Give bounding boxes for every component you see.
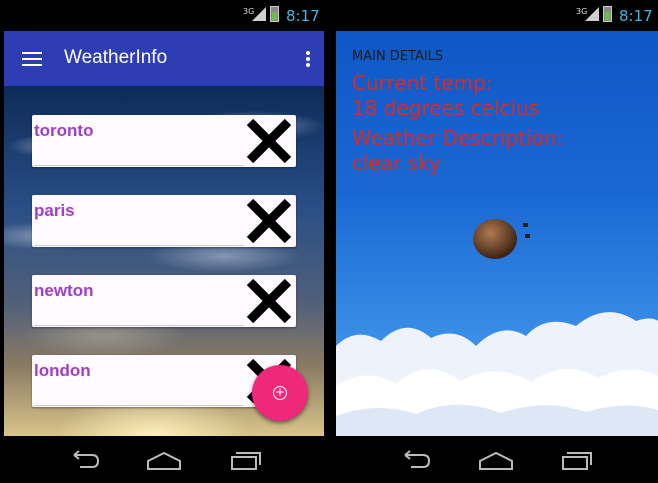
add-circle-icon: +	[273, 385, 287, 400]
battery-icon	[603, 6, 612, 22]
recent-apps-icon[interactable]	[228, 449, 264, 471]
divider	[34, 325, 244, 326]
city-name: paris	[34, 201, 75, 220]
city-name: newton	[34, 281, 94, 300]
divider	[34, 405, 244, 406]
city-name: toronto	[34, 121, 94, 140]
nav-bar	[0, 436, 329, 483]
weather-description-label: Weather Description:	[352, 126, 564, 150]
status-bar: 3G 8:17	[0, 0, 329, 31]
home-icon[interactable]	[145, 449, 183, 471]
left-screen: 3G 8:17 WeatherInfo toronto paris newton…	[0, 0, 329, 483]
signal-icon	[585, 7, 599, 21]
app-title: WeatherInfo	[64, 47, 168, 68]
back-icon[interactable]	[397, 449, 433, 471]
clouds-illustration	[336, 312, 658, 436]
right-screen: 3G 8:17 MAIN DETAILS Current temp: 18 de…	[333, 0, 658, 483]
city-card[interactable]: newton	[32, 275, 296, 327]
add-city-button[interactable]: +	[252, 365, 308, 421]
hamburger-menu-icon[interactable]	[22, 52, 42, 66]
city-name: london	[34, 361, 91, 380]
status-bar: 3G 8:17	[333, 0, 658, 31]
delete-icon[interactable]	[244, 196, 294, 246]
battery-icon	[270, 6, 279, 22]
delete-icon[interactable]	[244, 116, 294, 166]
home-icon[interactable]	[477, 449, 515, 471]
status-time: 8:17	[619, 7, 653, 25]
divider	[34, 165, 244, 166]
current-temp-label: Current temp:	[352, 71, 493, 95]
divider	[34, 245, 244, 246]
delete-icon[interactable]	[244, 276, 294, 326]
city-card[interactable]: paris	[32, 195, 296, 247]
recent-apps-icon[interactable]	[559, 449, 595, 471]
clear-sky-weather-icon	[473, 219, 530, 259]
weather-description-value: clear sky	[352, 151, 441, 175]
city-card[interactable]: toronto	[32, 115, 296, 167]
main-details-label: MAIN DETAILS	[352, 49, 444, 64]
current-temp-value: 18 degrees celcius	[352, 96, 540, 120]
nav-bar	[333, 436, 658, 483]
back-icon[interactable]	[66, 449, 102, 471]
app-bar: WeatherInfo	[4, 31, 324, 86]
signal-icon	[252, 7, 266, 21]
status-time: 8:17	[286, 7, 320, 25]
detail-panel: MAIN DETAILS Current temp: 18 degrees ce…	[336, 31, 658, 436]
more-vert-icon[interactable]	[306, 51, 310, 67]
